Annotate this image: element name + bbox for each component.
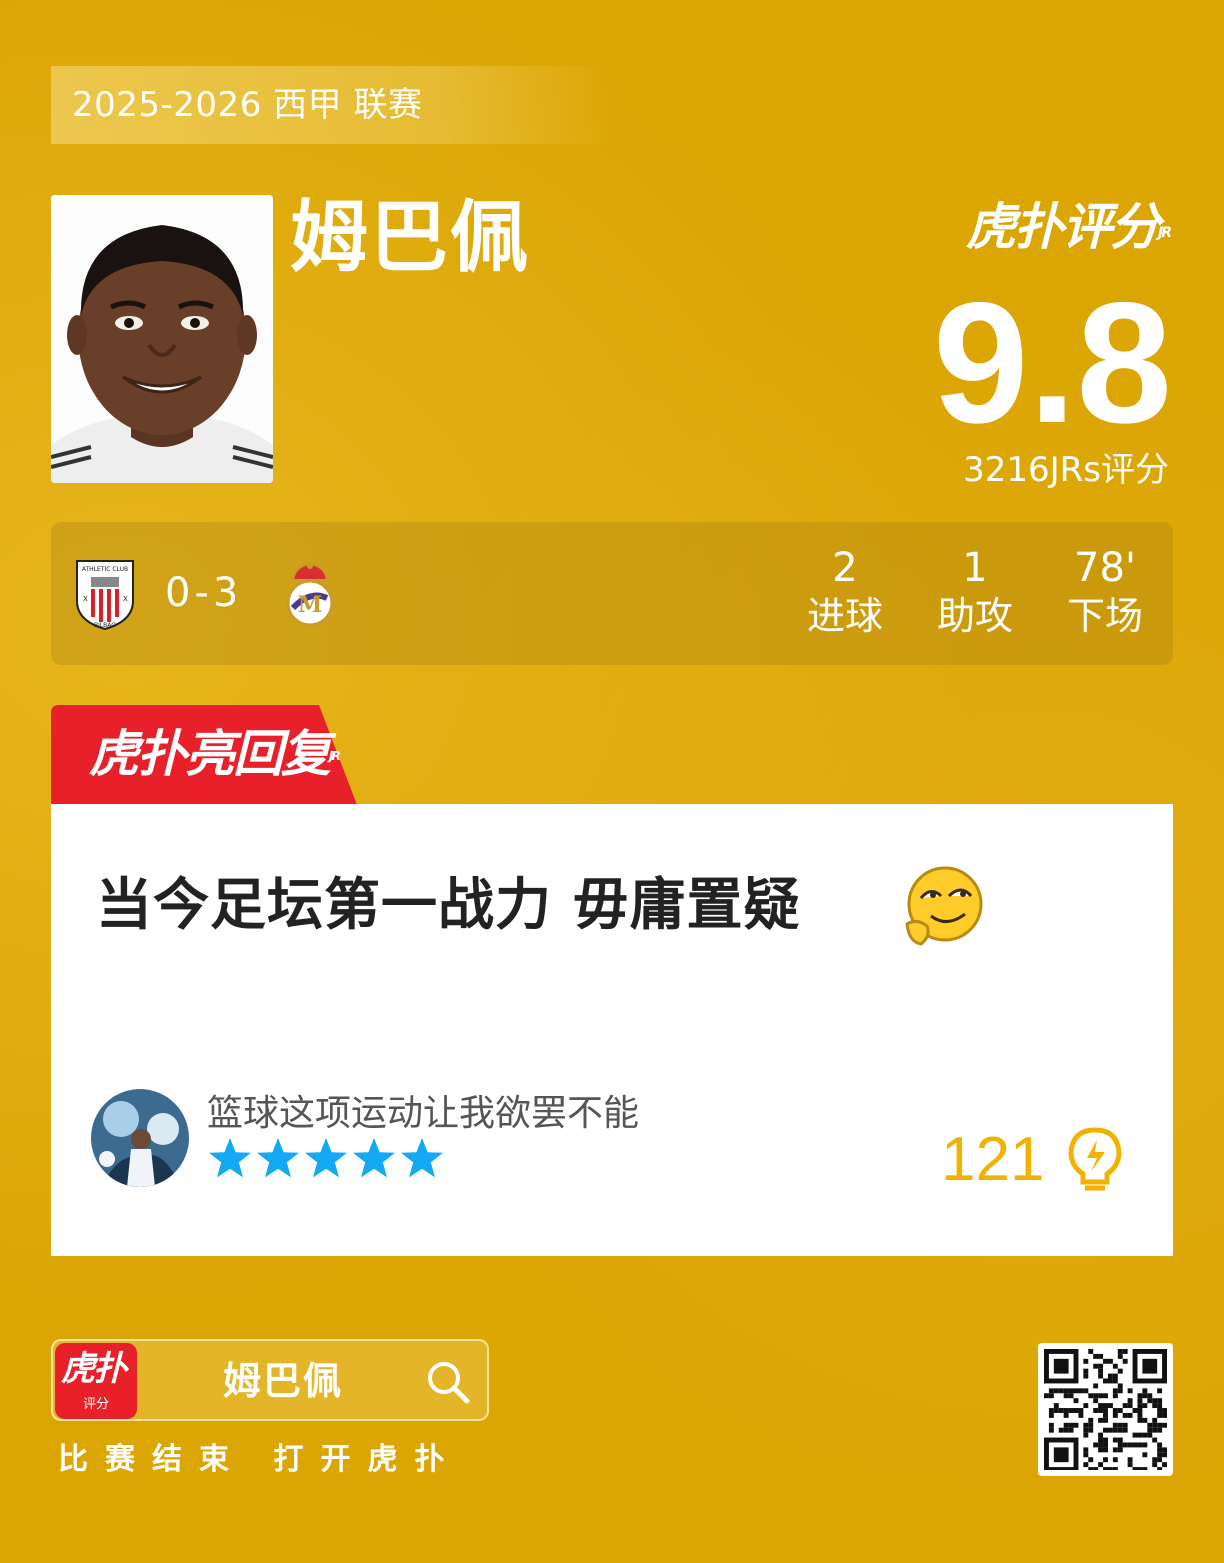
- stat-goals-value: 2: [832, 545, 858, 591]
- player-name: 姆巴佩: [290, 193, 531, 283]
- highlight-reply-jr: JR: [329, 749, 341, 763]
- match-summary: ATHLETIC CLUB X X BILBAO 0-3 M 2 进球 1 助攻…: [51, 522, 1173, 665]
- star-icon: [353, 1138, 395, 1178]
- qr-code: [1038, 1343, 1173, 1476]
- stat-substituted-value: 78': [1074, 545, 1136, 591]
- rating-score: 9.8: [932, 267, 1172, 459]
- smirk-emoji-icon: [903, 864, 985, 948]
- search-icon[interactable]: [425, 1359, 471, 1405]
- stat-goals-label: 进球: [806, 594, 883, 638]
- highlight-reply-text: 虎扑亮回复: [89, 725, 331, 783]
- crest-home-club-text: ATHLETIC CLUB: [82, 566, 128, 573]
- star-icon: [305, 1138, 347, 1178]
- stat-substituted: 78' 下场: [1050, 544, 1160, 640]
- stat-assists: 1 助攻: [920, 544, 1030, 640]
- brand-logo: 虎扑评分JR: [966, 192, 1172, 262]
- user-avatar[interactable]: [91, 1089, 189, 1187]
- real-madrid-crest-icon: M: [285, 560, 335, 628]
- highlight-reply-label: 虎扑亮回复JR: [89, 723, 341, 785]
- hupu-app-icon: 虎扑 评分: [55, 1343, 137, 1419]
- star-icon: [401, 1138, 443, 1178]
- footer-caption: 比赛结束 打开虎扑: [58, 1442, 462, 1477]
- svg-text:X: X: [123, 595, 128, 603]
- like-count: 121: [941, 1125, 1045, 1194]
- athletic-club-crest-icon: ATHLETIC CLUB X X BILBAO: [73, 557, 137, 631]
- username[interactable]: 篮球这项运动让我欲罢不能: [207, 1092, 639, 1136]
- app-icon-subtext: 评分: [82, 1397, 109, 1412]
- rating-count: 3216JRs评分: [963, 450, 1169, 490]
- brand-logo-text: 虎扑评分: [966, 198, 1160, 256]
- season-label: 2025-2026 西甲 联赛: [51, 66, 611, 144]
- crest-home-city-text: BILBAO: [94, 622, 116, 629]
- stat-assists-label: 助攻: [936, 594, 1013, 638]
- match-score: 0-3: [165, 570, 243, 616]
- stat-goals: 2 进球: [790, 544, 900, 640]
- search-value[interactable]: 姆巴佩: [223, 1357, 343, 1405]
- star-icon: [257, 1138, 299, 1178]
- reply-card[interactable]: 当今足坛第一战力 毋庸置疑 篮球这项运动让我欲罢不能 121: [51, 804, 1173, 1256]
- stat-assists-value: 1: [962, 545, 988, 591]
- svg-text:X: X: [83, 595, 88, 603]
- stat-substituted-label: 下场: [1066, 594, 1143, 638]
- app-search-box[interactable]: 虎扑 评分 姆巴佩: [51, 1339, 489, 1421]
- brand-logo-jr: JR: [1158, 225, 1172, 241]
- reply-text: 当今足坛第一战力 毋庸置疑: [96, 873, 801, 938]
- app-icon-text: 虎扑: [61, 1349, 127, 1389]
- star-icon: [209, 1138, 251, 1178]
- svg-text:M: M: [298, 592, 322, 618]
- user-rating-stars: [207, 1136, 445, 1180]
- highlight-reply-tab: 虎扑亮回复JR: [51, 705, 357, 805]
- lightbulb-like-icon[interactable]: [1067, 1126, 1123, 1196]
- player-photo: [51, 195, 273, 483]
